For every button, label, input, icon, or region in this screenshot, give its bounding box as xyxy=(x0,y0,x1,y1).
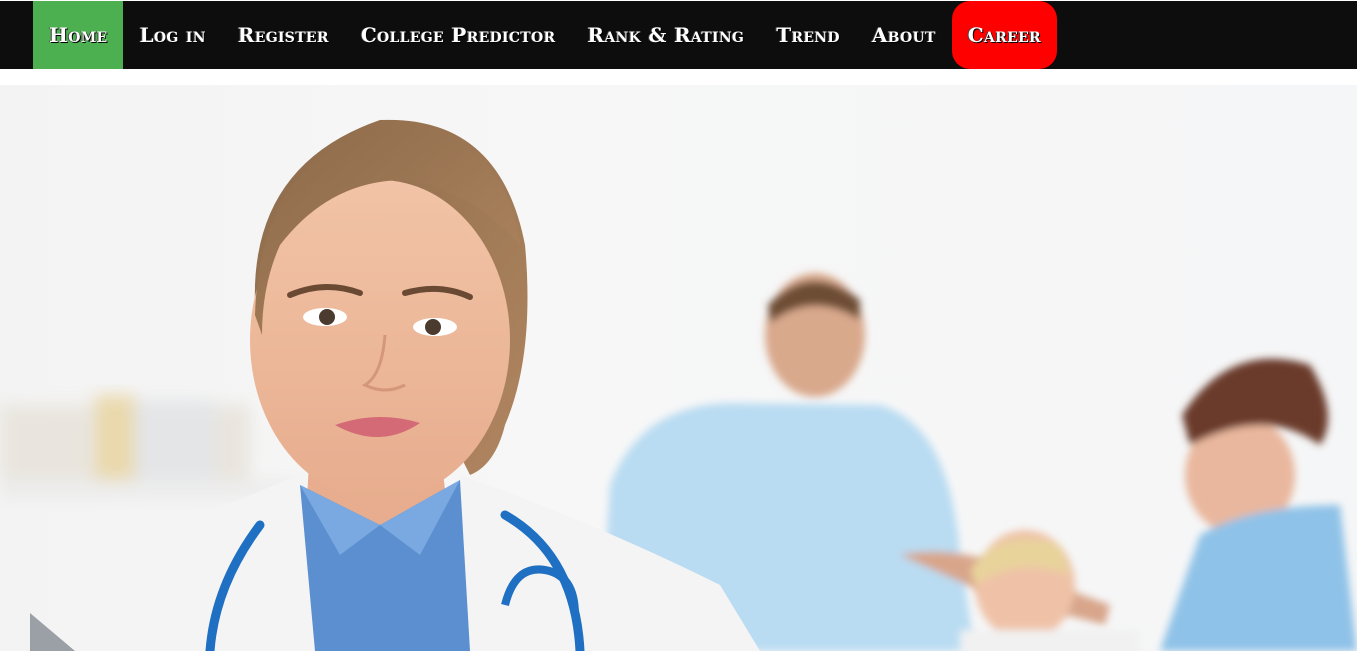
hero-banner xyxy=(0,85,1357,651)
nav-college-predictor[interactable]: College Predictor xyxy=(345,1,572,69)
nav-rank-rating[interactable]: Rank & Rating xyxy=(571,1,760,69)
doctor-figure xyxy=(30,119,760,651)
nav-register[interactable]: Register xyxy=(222,1,345,69)
nav-about[interactable]: About xyxy=(856,1,952,69)
doctor-hero-image xyxy=(0,119,1357,651)
nav-login[interactable]: Log in xyxy=(123,1,221,69)
main-nav: Home Log in Register College Predictor R… xyxy=(33,1,1057,69)
nav-career[interactable]: Career xyxy=(951,1,1057,69)
nav-trend[interactable]: Trend xyxy=(760,1,856,69)
nav-home[interactable]: Home xyxy=(33,1,124,69)
top-navbar: Home Log in Register College Predictor R… xyxy=(0,1,1357,69)
